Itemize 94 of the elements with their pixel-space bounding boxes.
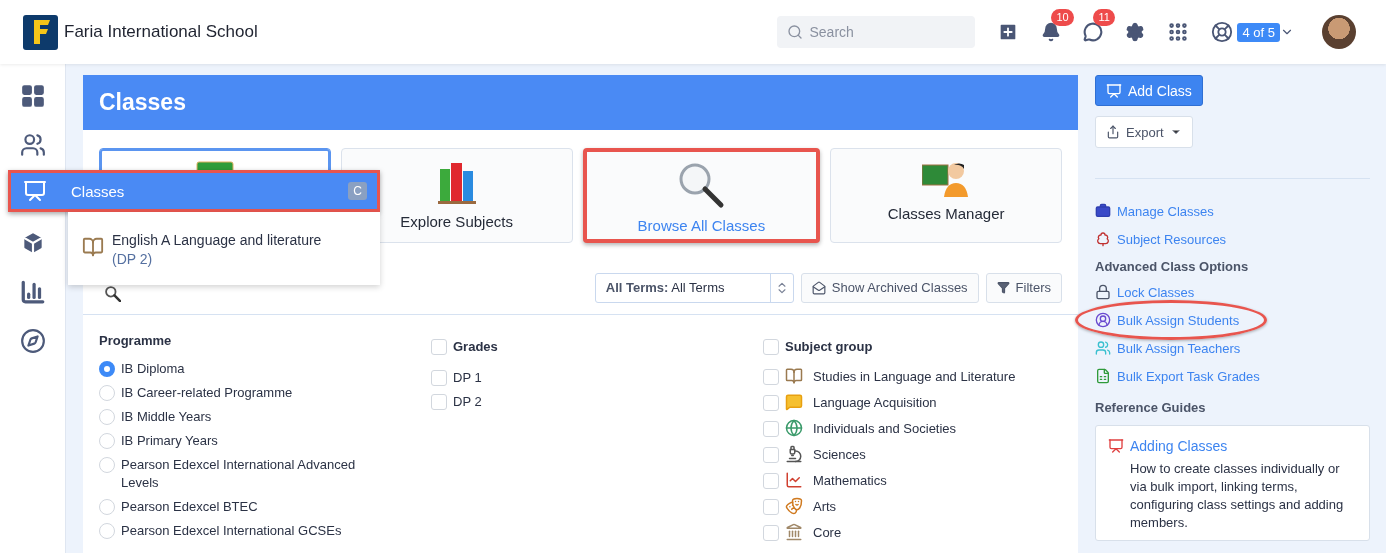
column-title: Grades [453,338,498,354]
group-icon[interactable] [19,132,46,158]
line-graph-icon [785,471,803,489]
side-link[interactable]: Manage Classes [1117,203,1214,219]
archived-button[interactable]: Show Archived Classes [800,272,979,303]
checkbox[interactable] [431,393,447,410]
side-link[interactable]: Bulk Assign Teachers [1117,340,1241,356]
checkbox[interactable] [763,472,779,489]
message-count: 11 [1093,9,1115,26]
option-label: DP 2 [453,393,482,409]
messages-icon[interactable] [1083,22,1104,42]
export-button[interactable]: Export [1095,116,1193,148]
side-link[interactable]: Subject Resources [1117,231,1227,247]
school-logo[interactable] [23,14,58,50]
page-title: Classes [83,75,1078,130]
apps-button[interactable] [1167,21,1190,43]
side-link[interactable]: Bulk Assign Students [1117,312,1240,328]
option-label: Language Acquisition [813,394,937,410]
users-icon [1095,340,1111,356]
share-icon [1106,125,1120,139]
globe-icon [785,419,803,437]
filters-button[interactable]: Filters [985,272,1062,303]
add-class-button[interactable]: Add Class [1095,75,1203,106]
nav-tile[interactable]: Browse All Classes [582,148,821,243]
checkbox[interactable] [763,446,779,463]
book-icon [785,367,803,385]
filter-icon [996,281,1010,294]
side-link[interactable]: Lock Classes [1117,284,1195,300]
theatre-masks-icon [785,497,803,515]
option-label: IB Career-related Programme [121,384,294,402]
nav-tile[interactable]: Classes Manager [830,148,1062,243]
compass-icon[interactable] [19,328,46,354]
results-menu[interactable]: English A Language and literature (DP 2) [68,212,380,285]
option-label: IB Primary Years [121,432,219,450]
column-title: Subject group [785,338,873,354]
side-link[interactable]: Bulk Export Task Grades [1117,368,1260,384]
notification-count: 10 [1051,9,1074,26]
option-label: Pearson Edexcel BTEC [121,498,259,516]
option-label: Core [813,524,842,540]
checkbox[interactable] [431,338,447,355]
book-icon [82,236,104,258]
option-label: Individuals and Societies [813,420,957,436]
term-select[interactable]: All Terms: All Terms [594,272,794,303]
help-count: 4 of 5 [1237,22,1280,42]
teacher-icon [922,161,971,197]
tree-icon [1095,231,1111,247]
guide-description: How to create classes individually or via bulk import, linking terms, configuring class settings and adding members. [1130,460,1345,532]
column-title: Programme [99,333,173,348]
magnifier-icon [677,161,726,209]
option-label: Studies in Language and Literature [813,368,1016,384]
settings-button[interactable] [1125,22,1146,42]
option-label: DP 1 [453,369,482,385]
checkbox[interactable] [431,369,447,386]
radio-button[interactable] [99,361,115,377]
books-icon [435,161,478,205]
search-icon [787,24,804,40]
section-title: Reference Guides [1095,400,1206,415]
envelope-icon [811,280,826,295]
user-avatar[interactable] [1322,15,1356,49]
classes-menu[interactable]: Classes C [8,170,380,212]
option-label: Pearson Edexcel International GCSEs [121,522,343,540]
briefcase-icon [1095,203,1111,219]
microscope-icon [785,445,803,463]
shortcut-key: C [348,182,367,200]
lock-icon [1095,284,1111,300]
result-subtitle: (DP 2) [112,251,154,267]
speech-bubble-icon [785,393,803,411]
section-title: Advanced Class Options [1095,259,1249,274]
school-name: Faria International School [64,22,258,42]
spreadsheet-icon [1095,368,1111,384]
option-label: Arts [813,498,837,514]
checkbox[interactable] [763,498,779,515]
checkbox[interactable] [763,394,779,411]
checkbox[interactable] [763,338,779,355]
user-circle-icon [1095,312,1111,328]
help-icon[interactable] [1211,21,1234,43]
notifications-icon[interactable] [1041,22,1062,42]
option-label: IB Middle Years [121,408,213,426]
dashboard-icon[interactable] [19,83,46,109]
presentation-icon [23,179,47,203]
presentation-icon [1106,82,1122,99]
search-field[interactable]: Search [777,16,976,48]
magnifier-icon [105,285,121,302]
option-label: Pearson Edexcel International Advanced Levels [121,456,357,492]
option-label: Sciences [813,446,866,462]
option-label: IB Diploma [121,360,186,378]
bar-chart-icon[interactable] [19,279,46,305]
checkbox[interactable] [763,368,779,385]
checkbox[interactable] [763,420,779,437]
presentation-icon [1108,438,1124,454]
guide-link[interactable]: Adding Classes [1130,438,1228,454]
checkbox[interactable] [763,524,779,541]
option-label: Mathematics [813,472,887,488]
result-title: English A Language and literature [112,231,322,250]
